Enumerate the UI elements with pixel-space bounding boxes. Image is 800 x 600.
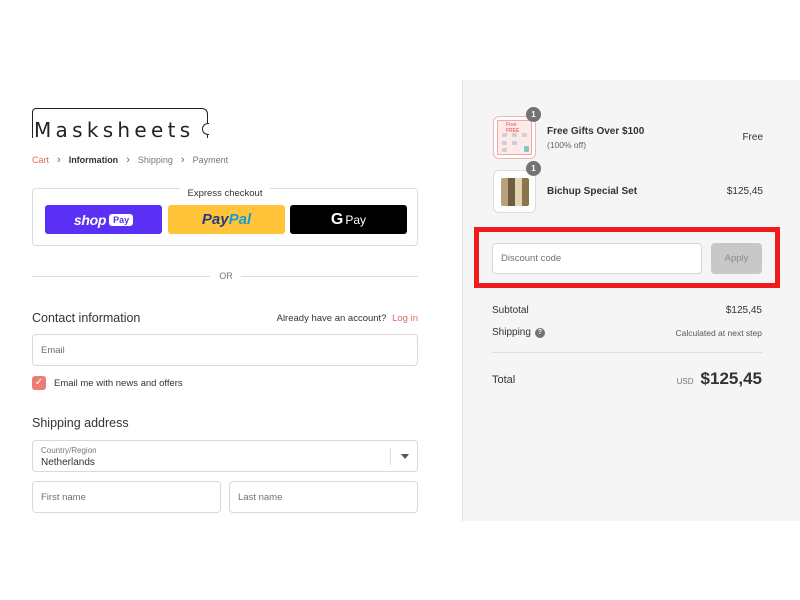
line-item: Free FREE 1 Free Gifts Over $100 (100% o… — [493, 107, 763, 160]
breadcrumb-cart[interactable]: Cart — [32, 155, 49, 165]
country-value: Netherlands — [41, 457, 95, 468]
subtotal-label: Subtotal — [492, 305, 529, 316]
discount-code-input[interactable] — [493, 244, 701, 273]
account-prompt-text: Already have an account? — [276, 313, 387, 324]
apply-discount-button[interactable]: Apply — [711, 243, 762, 274]
paypal-button[interactable]: PayPal — [168, 205, 285, 234]
shop-pay-logo: shop — [73, 211, 107, 228]
product-thumbnail: Free FREE — [493, 116, 536, 159]
country-select[interactable]: Country/Region Netherlands — [32, 440, 418, 472]
summary-divider — [492, 352, 762, 353]
special-set-image — [501, 178, 529, 206]
product-price: $125,45 — [726, 186, 763, 197]
breadcrumb-shipping: Shipping — [137, 155, 173, 165]
currency-code: USD — [676, 377, 694, 386]
first-name-field[interactable] — [33, 482, 220, 512]
express-checkout-title: Express checkout — [179, 188, 271, 199]
divider-left — [32, 276, 210, 277]
total-value-row: USD $125,45 — [677, 369, 762, 389]
paypal-logo: PayPal — [202, 211, 251, 228]
last-name-wrapper — [229, 481, 418, 513]
shipping-label-row: Shipping ? — [492, 327, 545, 338]
order-summary-panel: Free FREE 1 Free Gifts Over $100 (100% o… — [462, 80, 800, 521]
shipping-label: Shipping — [492, 327, 531, 338]
brand-logo[interactable]: Masksheets — [32, 108, 210, 142]
chevron-right-icon: › — [57, 153, 61, 166]
newsletter-label: Email me with news and offers — [54, 377, 183, 389]
contact-information-heading: Contact information — [32, 311, 141, 325]
total-amount: $125,45 — [700, 369, 762, 388]
product-discount-note: (100% off) — [547, 140, 587, 150]
account-prompt: Already have an account? Log in — [277, 313, 418, 324]
login-link[interactable]: Log in — [392, 313, 418, 324]
product-name: Free Gifts Over $100 — [547, 126, 645, 137]
product-name: Bichup Special Set — [547, 186, 638, 197]
newsletter-option[interactable]: ✓ Email me with news and offers — [32, 376, 183, 390]
breadcrumb-information: Information — [68, 155, 119, 165]
email-field-wrapper — [32, 334, 418, 366]
country-label: Country/Region — [41, 446, 97, 455]
google-pay-button[interactable]: G Pay — [290, 205, 407, 234]
breadcrumb: Cart › Information › Shipping › Payment — [32, 153, 229, 166]
google-g-icon: G — [330, 210, 344, 228]
last-name-field[interactable] — [230, 482, 417, 512]
quantity-badge: 1 — [526, 161, 541, 176]
or-divider-text: OR — [219, 271, 233, 281]
google-pay-label: Pay — [345, 212, 367, 227]
question-mark-icon[interactable]: ? — [534, 327, 545, 338]
paypal-logo-pal: Pal — [228, 211, 252, 228]
chevron-right-icon: › — [180, 153, 185, 166]
gift-image-text: Free FREE — [506, 122, 520, 134]
email-field[interactable] — [33, 335, 417, 365]
total-label: Total — [492, 374, 516, 386]
subtotal-value: $125,45 — [725, 305, 762, 316]
logo-text: Masksheets — [34, 118, 195, 142]
product-price: Free — [742, 132, 763, 143]
chevron-right-icon: › — [126, 153, 130, 166]
shop-pay-button[interactable]: shop Pay — [45, 205, 162, 234]
free-gift-image: Free FREE — [497, 120, 532, 155]
first-name-wrapper — [32, 481, 221, 513]
shop-pay-tag: Pay — [109, 213, 134, 226]
select-divider — [390, 448, 391, 465]
divider-right — [241, 276, 418, 277]
shipping-value: Calculated at next step — [675, 328, 762, 338]
product-thumbnail — [493, 170, 536, 213]
newsletter-checkbox[interactable]: ✓ — [32, 376, 46, 390]
chevron-down-icon — [401, 454, 409, 459]
express-checkout: Express checkout shop Pay PayPal G Pay — [32, 188, 418, 246]
discount-field-wrapper — [492, 243, 702, 274]
paypal-logo-pay: Pay — [201, 211, 229, 228]
quantity-badge: 1 — [526, 107, 541, 122]
breadcrumb-payment: Payment — [192, 155, 229, 165]
line-item: 1 Bichup Special Set $125,45 — [493, 161, 763, 214]
shipping-address-heading: Shipping address — [32, 416, 129, 430]
